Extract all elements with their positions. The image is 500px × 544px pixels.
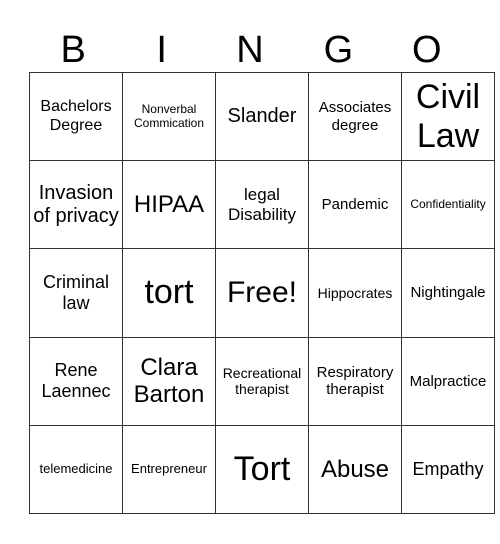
bingo-board: Bachelors Degree Nonverbal Commication S… — [29, 71, 495, 515]
board-row: Rene Laennec Clara Barton Recreational t… — [29, 336, 495, 426]
bingo-cell[interactable]: Civil Law — [401, 71, 495, 162]
bingo-cell[interactable]: Rene Laennec — [29, 336, 123, 426]
bingo-cell[interactable]: Malpractice — [401, 336, 495, 426]
bingo-cell[interactable]: Tort — [215, 424, 309, 515]
bingo-cell[interactable]: Entrepreneur — [122, 424, 216, 515]
bingo-cell[interactable]: Respiratory therapist — [308, 336, 402, 426]
bingo-cell[interactable]: Abuse — [308, 424, 402, 515]
bingo-cell[interactable]: Bachelors Degree — [29, 71, 123, 162]
header-letter-o: O — [412, 29, 442, 71]
board-row: Criminal law tort Free! Hippocrates Nigh… — [29, 248, 495, 338]
board-row: Invasion of privacy HIPAA legal Disabili… — [29, 160, 495, 250]
header-letter-g: G — [323, 29, 354, 71]
bingo-cell[interactable]: Pandemic — [308, 160, 402, 250]
bingo-cell[interactable]: Invasion of privacy — [29, 160, 123, 250]
free-space-cell[interactable]: Free! — [215, 248, 309, 338]
bingo-cell[interactable]: Empathy — [401, 424, 495, 515]
bingo-cell[interactable]: Nightingale — [401, 248, 495, 338]
bingo-cell[interactable]: Associates degree — [308, 71, 402, 162]
bingo-cell[interactable]: tort — [122, 248, 216, 338]
board-row: Bachelors Degree Nonverbal Commication S… — [29, 71, 495, 162]
bingo-cell[interactable]: Clara Barton — [122, 336, 216, 426]
header-letter-n: N — [236, 29, 264, 71]
bingo-cell[interactable]: Slander — [215, 71, 309, 162]
bingo-cell[interactable]: legal Disability — [215, 160, 309, 250]
bingo-cell[interactable]: Confidentiality — [401, 160, 495, 250]
bingo-cell[interactable]: HIPAA — [122, 160, 216, 250]
bingo-cell[interactable]: Recreational therapist — [215, 336, 309, 426]
board-row: telemedicine Entrepreneur Tort Abuse Emp… — [29, 424, 495, 515]
header-letter-i: I — [156, 29, 167, 71]
header-letter-b: B — [60, 29, 86, 71]
bingo-header: B I N G O — [29, 28, 471, 72]
bingo-cell[interactable]: telemedicine — [29, 424, 123, 515]
bingo-cell[interactable]: Criminal law — [29, 248, 123, 338]
bingo-cell[interactable]: Nonverbal Commication — [122, 71, 216, 162]
bingo-cell[interactable]: Hippocrates — [308, 248, 402, 338]
